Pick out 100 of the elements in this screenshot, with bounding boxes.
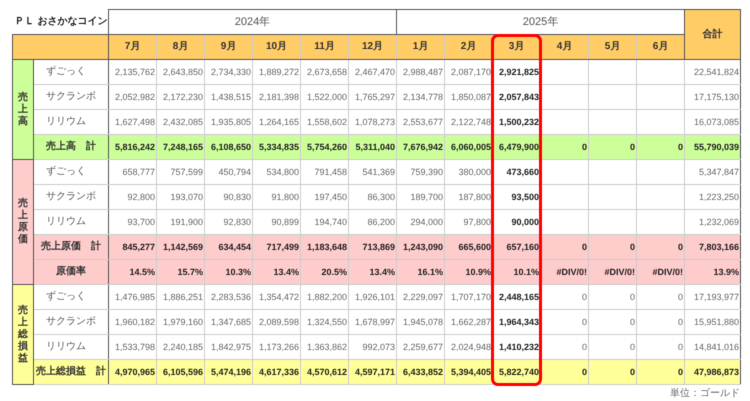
table-cell: 0 <box>540 334 589 360</box>
table-cell: 4,617,336 <box>252 360 300 384</box>
table-cell: 6,479,900 <box>492 134 541 160</box>
table-cell: 541,369 <box>348 160 397 184</box>
month-header: 10月 <box>252 34 300 60</box>
table-cell: 2,024,948 <box>444 334 493 360</box>
table-cell: 665,600 <box>444 234 493 260</box>
total-cell: 15,951,880 <box>684 310 741 334</box>
table-cell: 1,324,550 <box>300 310 348 334</box>
table-cell: 0 <box>636 284 685 310</box>
table-cell: 2,643,850 <box>156 60 204 84</box>
table-cell: 13.4% <box>348 260 397 284</box>
table-cell: 0 <box>588 234 637 260</box>
table-cell: 90,899 <box>252 210 300 234</box>
table-cell: 0 <box>636 310 685 334</box>
row-label: サクランボ <box>34 84 108 110</box>
total-cell: 14,841,016 <box>684 334 741 360</box>
table-cell: 7,676,942 <box>396 134 445 160</box>
table-cell: 2,135,762 <box>108 60 156 84</box>
table-cell: 294,000 <box>396 210 445 234</box>
table-cell: 1,476,985 <box>108 284 156 310</box>
table-cell: 5,394,405 <box>444 360 493 384</box>
table-cell: 658,777 <box>108 160 156 184</box>
table-cell: 0 <box>540 234 589 260</box>
table-cell: 86,200 <box>348 210 397 234</box>
table-cell: 0 <box>588 284 637 310</box>
table-cell: #DIV/0! <box>636 260 685 284</box>
table-cell: 187,800 <box>444 184 493 210</box>
table-cell: 193,070 <box>156 184 204 210</box>
table-cell: 20.5% <box>300 260 348 284</box>
table-cell: 5,474,196 <box>204 360 252 384</box>
month-header: 6月 <box>636 34 685 60</box>
table-cell: 1,842,975 <box>204 334 252 360</box>
table-cell: 2,134,778 <box>396 84 445 110</box>
month-header: 1月 <box>396 34 445 60</box>
table-cell: 0 <box>540 284 589 310</box>
year-header: 2024年 <box>108 10 397 34</box>
table-cell: 757,599 <box>156 160 204 184</box>
row-label: サクランボ <box>34 310 108 334</box>
row-label: ずごっく <box>34 60 108 84</box>
table-cell: 759,390 <box>396 160 445 184</box>
unit-note: 単位：ゴールド <box>670 387 740 401</box>
table-cell: 0 <box>636 360 685 384</box>
table-cell: 91,800 <box>252 184 300 210</box>
table-cell: 6,105,596 <box>156 360 204 384</box>
table-cell: 14.5% <box>108 260 156 284</box>
total-cell: 55,790,039 <box>684 134 741 160</box>
table-cell: 5,334,835 <box>252 134 300 160</box>
total-cell: 13.9% <box>684 260 741 284</box>
table-cell: 4,570,612 <box>300 360 348 384</box>
table-cell: 1,886,251 <box>156 284 204 310</box>
total-cell: 17,175,130 <box>684 84 741 110</box>
table-cell: 0 <box>588 134 637 160</box>
month-header: 11月 <box>300 34 348 60</box>
table-cell: #DIV/0! <box>540 260 589 284</box>
table-cell: 13.4% <box>252 260 300 284</box>
table-cell: 845,277 <box>108 234 156 260</box>
total-cell: 7,803,166 <box>684 234 741 260</box>
section-label: 売上高 <box>18 92 28 128</box>
table-cell: 0 <box>588 360 637 384</box>
total-cell: 1,223,250 <box>684 184 741 210</box>
table-cell: 657,160 <box>492 234 541 260</box>
table-cell: 1,173,266 <box>252 334 300 360</box>
table-cell: 0 <box>588 310 637 334</box>
row-label: ずごっく <box>34 160 108 184</box>
table-cell: #DIV/0! <box>588 260 637 284</box>
table-cell: 1,627,498 <box>108 110 156 134</box>
table-cell: 197,450 <box>300 184 348 210</box>
table-cell: 5,754,260 <box>300 134 348 160</box>
row-label: リリウム <box>34 110 108 134</box>
table-cell: 2,087,170 <box>444 60 493 84</box>
month-header: 5月 <box>588 34 637 60</box>
table-cell: 0 <box>540 310 589 334</box>
total-cell: 17,193,977 <box>684 284 741 310</box>
table-cell: 86,300 <box>348 184 397 210</box>
table-cell: 1,533,798 <box>108 334 156 360</box>
table-cell: 1,960,182 <box>108 310 156 334</box>
table-cell: 1,142,569 <box>156 234 204 260</box>
section-label: 売上原価 <box>18 198 28 246</box>
table-cell: 0 <box>540 360 589 384</box>
table-cell: 380,000 <box>444 160 493 184</box>
month-header: 12月 <box>348 34 397 60</box>
table-cell: 1,979,160 <box>156 310 204 334</box>
table-cell: 1,183,648 <box>300 234 348 260</box>
total-cell: 47,986,873 <box>684 360 741 384</box>
month-header: 8月 <box>156 34 204 60</box>
table-cell: 4,970,965 <box>108 360 156 384</box>
table-cell: 5,816,242 <box>108 134 156 160</box>
table-cell: 1,765,297 <box>348 84 397 110</box>
table-cell: 450,794 <box>204 160 252 184</box>
row-label: 売上高 計 <box>34 134 108 160</box>
table-cell: 2,240,185 <box>156 334 204 360</box>
table-cell: 2,467,470 <box>348 60 397 84</box>
table-cell: 2,181,398 <box>252 84 300 110</box>
table-cell: 10.3% <box>204 260 252 284</box>
table-cell: 6,433,852 <box>396 360 445 384</box>
table-cell: 4,597,171 <box>348 360 397 384</box>
table-cell: 2,122,748 <box>444 110 493 134</box>
total-cell: 16,073,085 <box>684 110 741 134</box>
row-label: サクランボ <box>34 184 108 210</box>
